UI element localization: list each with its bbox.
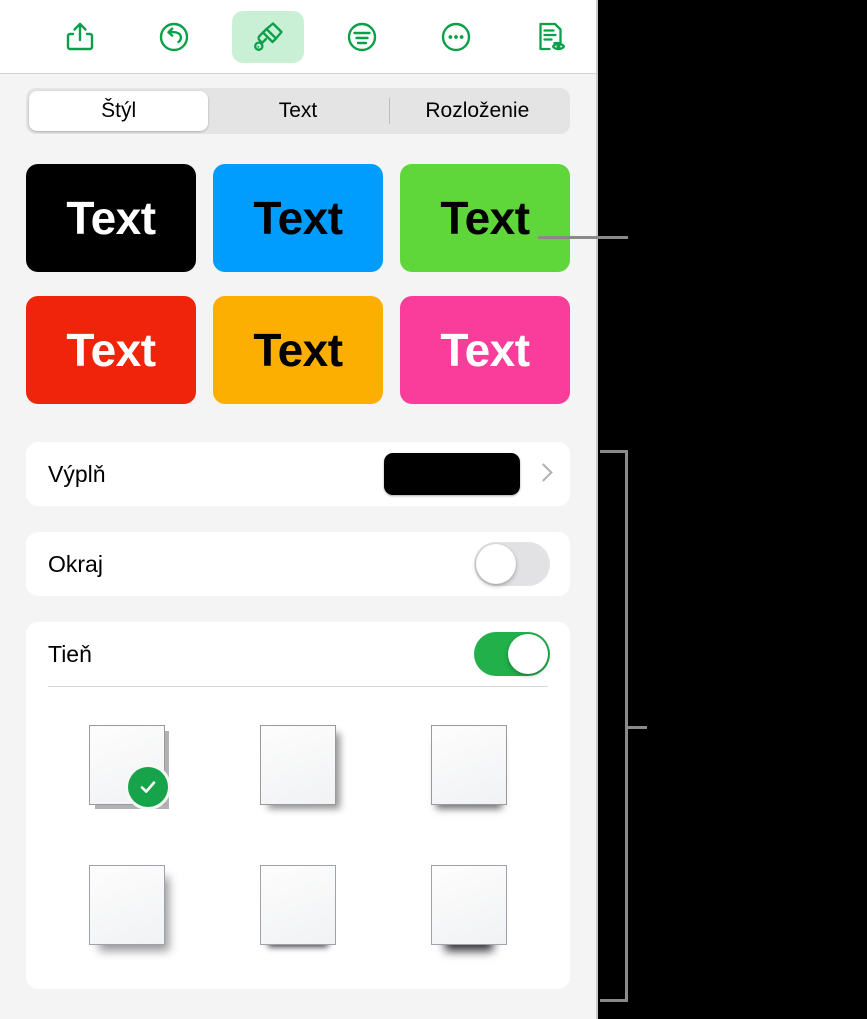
toggle-knob [476,544,516,584]
toolbar [0,0,596,74]
undo-icon [157,20,191,54]
shadow-style-4[interactable] [84,857,170,953]
text-style-swatch-green[interactable]: Text [400,164,570,272]
shadow-label: Tieň [48,640,92,667]
format-inspector-panel: Štýl Text Rozloženie Text Text Text Text… [0,0,598,1019]
shadow-style-grid [26,687,570,975]
more-icon [439,20,473,54]
undo-button[interactable] [138,11,210,63]
swatch-label: Text [440,192,530,244]
chevron-right-icon[interactable] [536,462,550,486]
screenshot-root: Štýl Text Rozloženie Text Text Text Text… [0,0,867,1019]
swatch-label: Text [253,192,343,244]
shadow-preview [430,865,507,945]
callout-line-text-style [538,236,628,239]
shadow-row: Tieň [26,622,570,686]
shadow-style-3[interactable] [426,717,512,813]
insert-button[interactable] [326,11,398,63]
tab-style[interactable]: Štýl [29,91,209,131]
shadow-style-2[interactable] [255,717,341,813]
shadow-style-6[interactable] [426,857,512,953]
swatch-label: Text [66,192,156,244]
share-button[interactable] [44,11,116,63]
callout-bracket-tick [625,726,647,729]
callout-bracket-shape-options [600,450,628,1002]
tab-divider [388,98,390,124]
paintbrush-button[interactable] [232,10,304,63]
border-row: Okraj [26,532,570,596]
inspector-tabs-container: Štýl Text Rozloženie [0,74,596,150]
text-style-swatch-orange[interactable]: Text [213,296,383,404]
share-icon [63,20,97,54]
border-group: Okraj [26,532,570,596]
shadow-preview [259,725,336,805]
shadow-preview [430,725,507,805]
fill-group: Výplň [26,442,570,506]
fill-row[interactable]: Výplň [26,442,570,506]
tab-layout[interactable]: Rozloženie [388,91,567,131]
tab-text-label: Text [278,99,318,122]
border-toggle[interactable] [474,542,550,586]
text-style-swatch-black[interactable]: Text [26,164,196,272]
text-style-swatch-blue[interactable]: Text [213,164,383,272]
shadow-style-1[interactable] [84,717,170,813]
tab-layout-label: Rozloženie [425,99,530,122]
tab-text[interactable]: Text [208,91,387,131]
shadow-style-5[interactable] [255,857,341,953]
more-options-button[interactable] [420,11,492,63]
swatch-label: Text [66,324,156,376]
text-style-swatch-pink[interactable]: Text [400,296,570,404]
shadow-group: Tieň [26,622,570,989]
shadow-preview [259,865,336,945]
tab-style-label: Štýl [101,99,137,122]
insert-icon [345,20,379,54]
border-label: Okraj [48,550,103,577]
inspector-tabs: Štýl Text Rozloženie [26,88,570,134]
shadow-preview [89,865,166,945]
fill-color-chip[interactable] [384,453,520,495]
shadow-toggle[interactable] [474,632,550,676]
text-style-swatch-red[interactable]: Text [26,296,196,404]
document-preview-icon [532,19,568,55]
document-preview-button[interactable] [514,11,586,63]
swatch-label: Text [440,324,530,376]
text-style-grid: Text Text Text Text Text Text [0,150,596,404]
toggle-knob [508,634,548,674]
fill-label: Výplň [48,460,106,487]
swatch-label: Text [253,324,343,376]
paintbrush-icon [250,19,286,55]
